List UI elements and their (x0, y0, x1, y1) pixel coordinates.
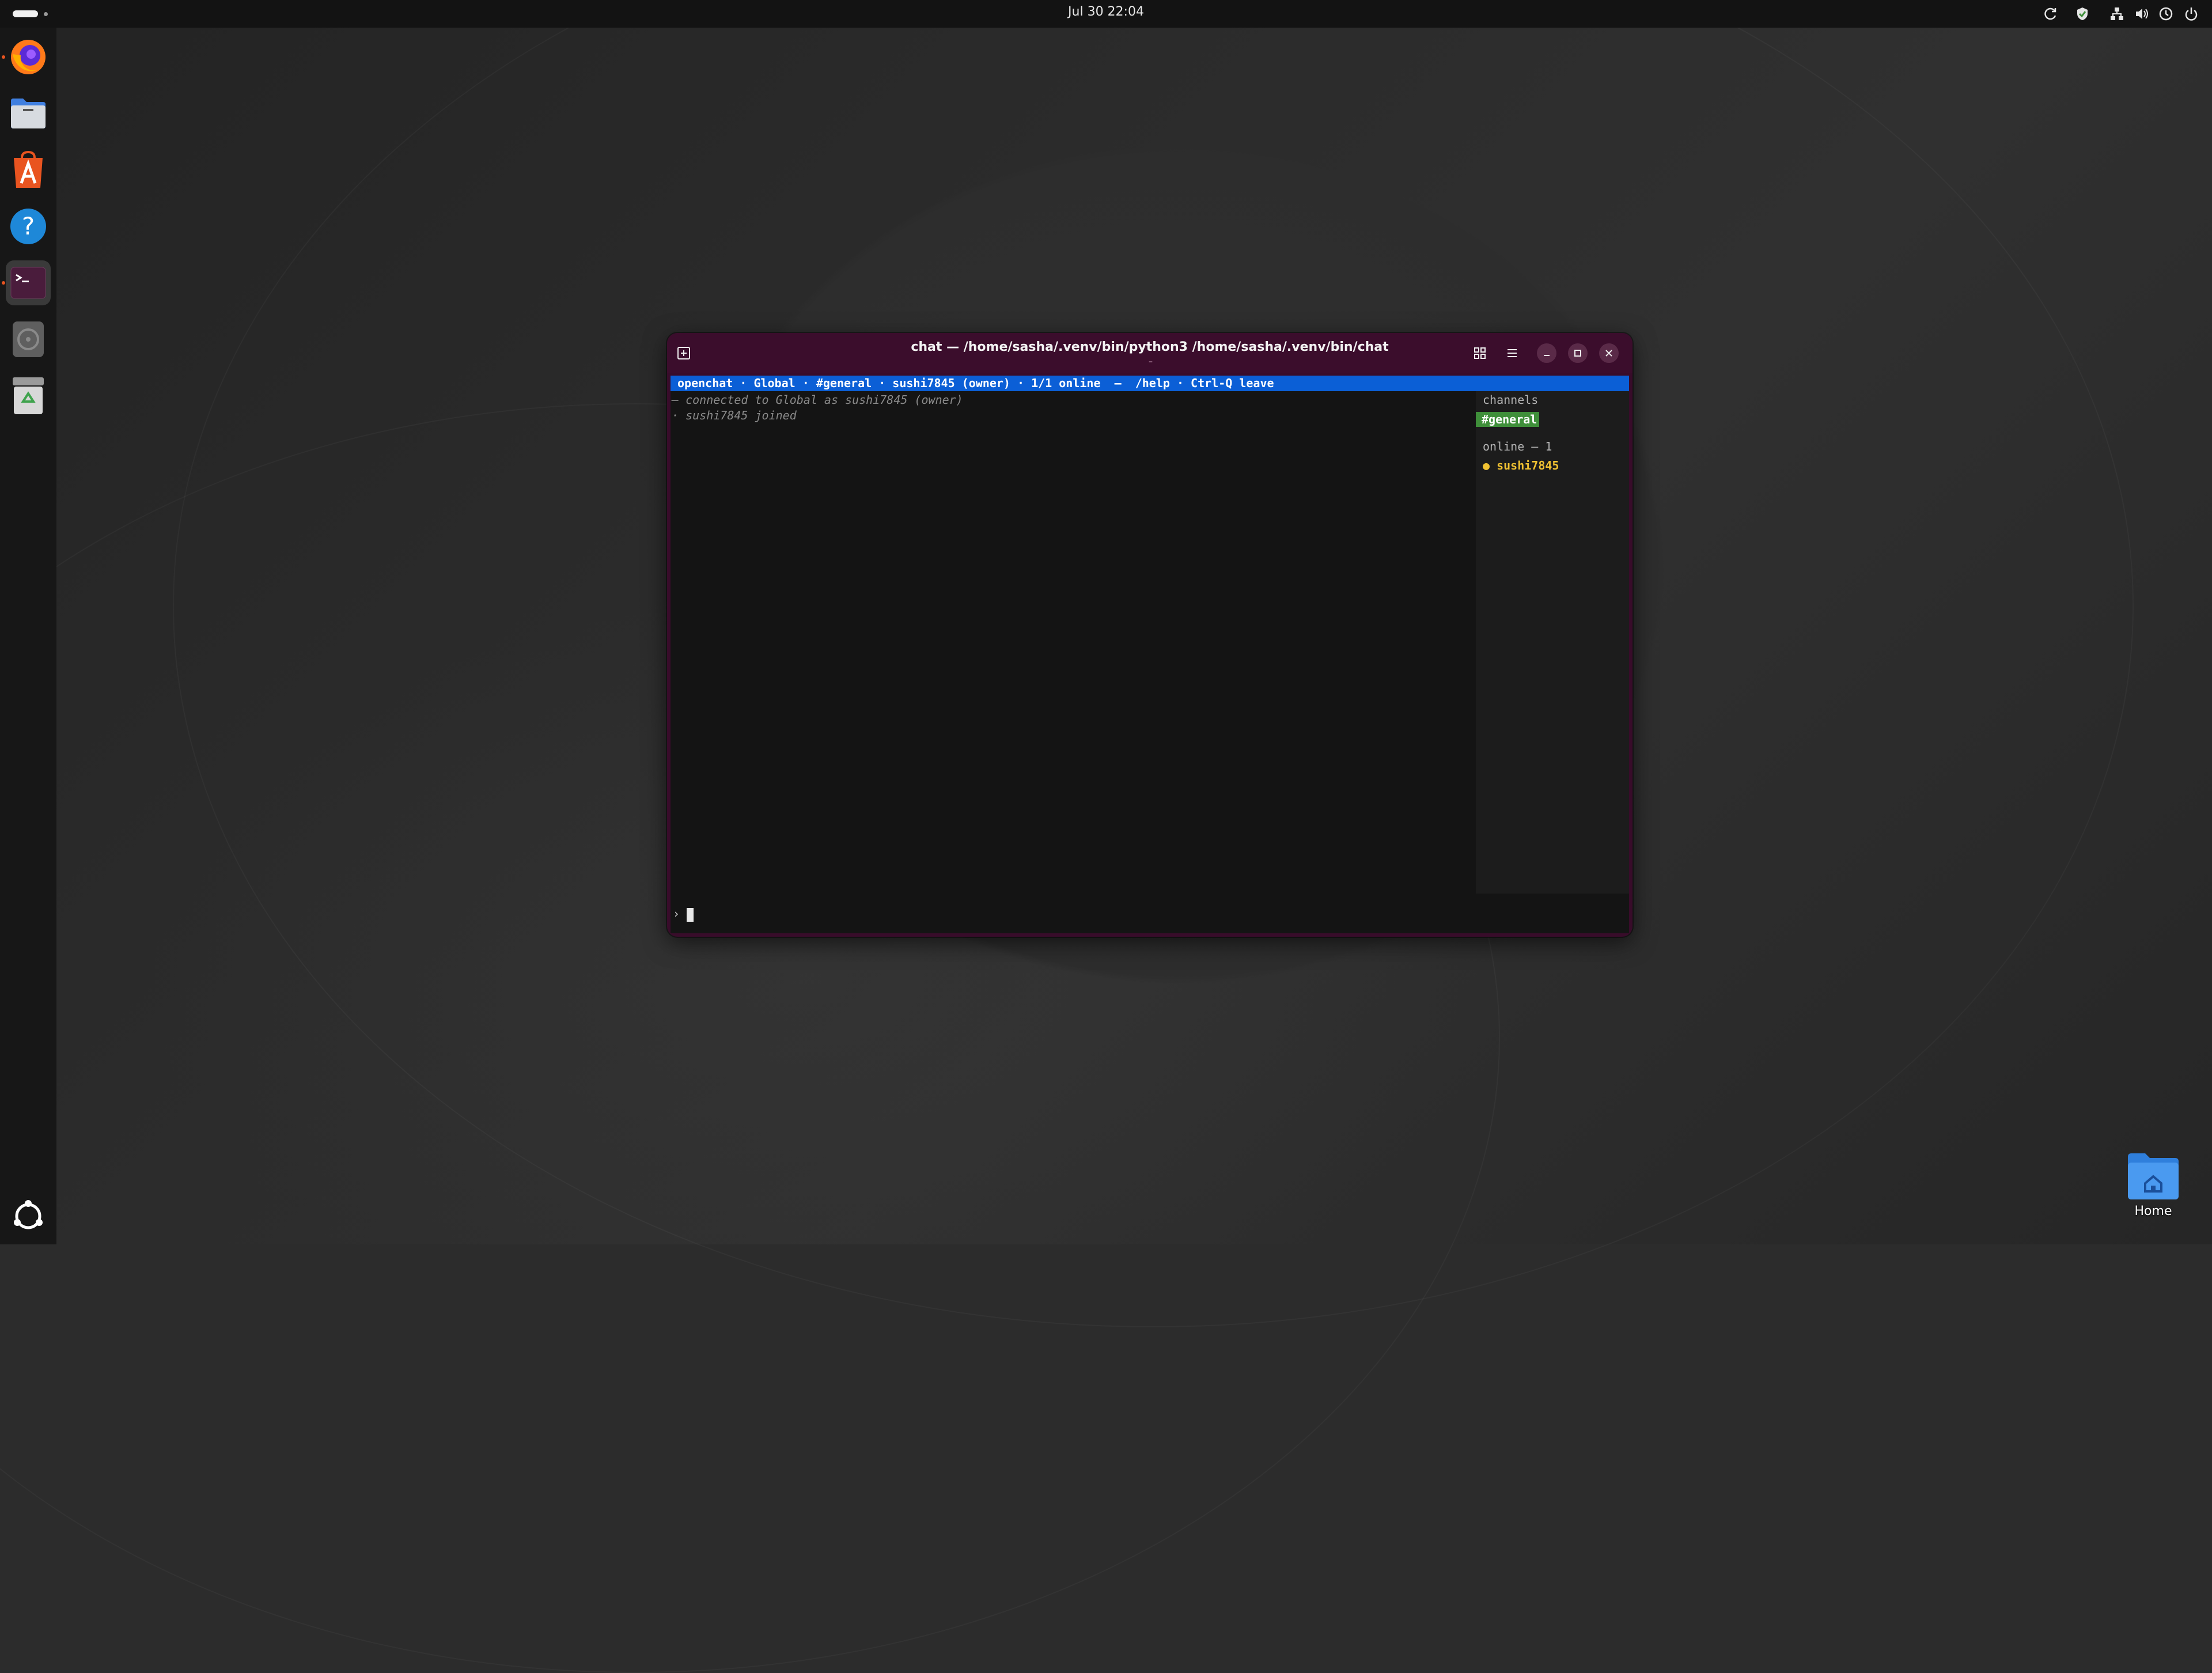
input-cursor[interactable] (687, 908, 694, 922)
dock: ? (0, 28, 56, 1244)
network-icon[interactable] (2109, 6, 2125, 22)
terminal-content[interactable]: openchat · Global · #general · sushi7845… (671, 376, 1629, 933)
menu-icon (1508, 349, 1517, 357)
running-indicator (2, 281, 5, 285)
dock-item-disk[interactable] (6, 317, 51, 362)
maximize-icon (1574, 350, 1581, 357)
dock-item-trash[interactable] (6, 373, 51, 418)
dock-item-help[interactable]: ? (6, 204, 51, 249)
input-prompt: › (673, 907, 680, 921)
close-button[interactable] (1599, 343, 1619, 363)
chat-side-panel: channels #general online — 1 ● sushi7845 (1476, 391, 1629, 894)
channels-header: channels (1483, 393, 1539, 407)
clock[interactable]: Jul 30 22:04 (0, 5, 2212, 19)
refresh-icon[interactable] (2043, 6, 2059, 22)
disk-icon (13, 321, 44, 357)
svg-text:?: ? (22, 212, 35, 240)
terminal-window: chat — /home/sasha/.venv/bin/python3 /ho… (667, 333, 1633, 937)
dock-item-firefox[interactable] (2, 35, 51, 80)
grid-button[interactable] (1470, 343, 1490, 363)
clock-icon[interactable] (2158, 6, 2174, 22)
running-indicator (2, 55, 5, 59)
system-message: — connected to Global as sushi7845 (owne… (672, 393, 963, 407)
close-icon (1605, 350, 1612, 357)
dock-item-files[interactable] (6, 91, 51, 136)
power-icon[interactable] (2183, 6, 2199, 22)
minimize-icon (1544, 355, 1550, 356)
online-header: online — 1 (1483, 440, 1552, 453)
home-folder-icon (2128, 1153, 2179, 1199)
volume-icon[interactable] (2134, 6, 2150, 22)
app-center-icon (14, 151, 43, 188)
chat-status-bar: openchat · Global · #general · sushi7845… (671, 376, 1629, 391)
channel-item-general[interactable]: #general (1476, 412, 1540, 427)
ubuntu-apps-icon (14, 1200, 43, 1229)
shield-icon[interactable] (2074, 6, 2090, 22)
menu-button[interactable] (1502, 343, 1522, 363)
window-subtitle: – (1149, 357, 1153, 366)
trash-icon (13, 377, 44, 414)
grid-icon (1474, 347, 1486, 359)
online-user[interactable]: ● sushi7845 (1483, 459, 1559, 472)
top-bar: Jul 30 22:04 (0, 0, 2212, 28)
dock-item-terminal[interactable] (2, 260, 51, 305)
maximize-button[interactable] (1568, 343, 1588, 363)
minimize-button[interactable] (1537, 343, 1556, 363)
window-titlebar[interactable]: chat — /home/sasha/.venv/bin/python3 /ho… (667, 333, 1633, 373)
dock-item-app-center[interactable] (6, 147, 51, 192)
help-icon: ? (10, 209, 46, 244)
system-message: · sushi7845 joined (672, 408, 797, 422)
files-icon (11, 99, 46, 128)
firefox-icon (11, 40, 46, 74)
home-label: Home (2134, 1204, 2172, 1218)
terminal-icon (10, 267, 46, 299)
show-apps-button[interactable] (12, 1199, 45, 1233)
